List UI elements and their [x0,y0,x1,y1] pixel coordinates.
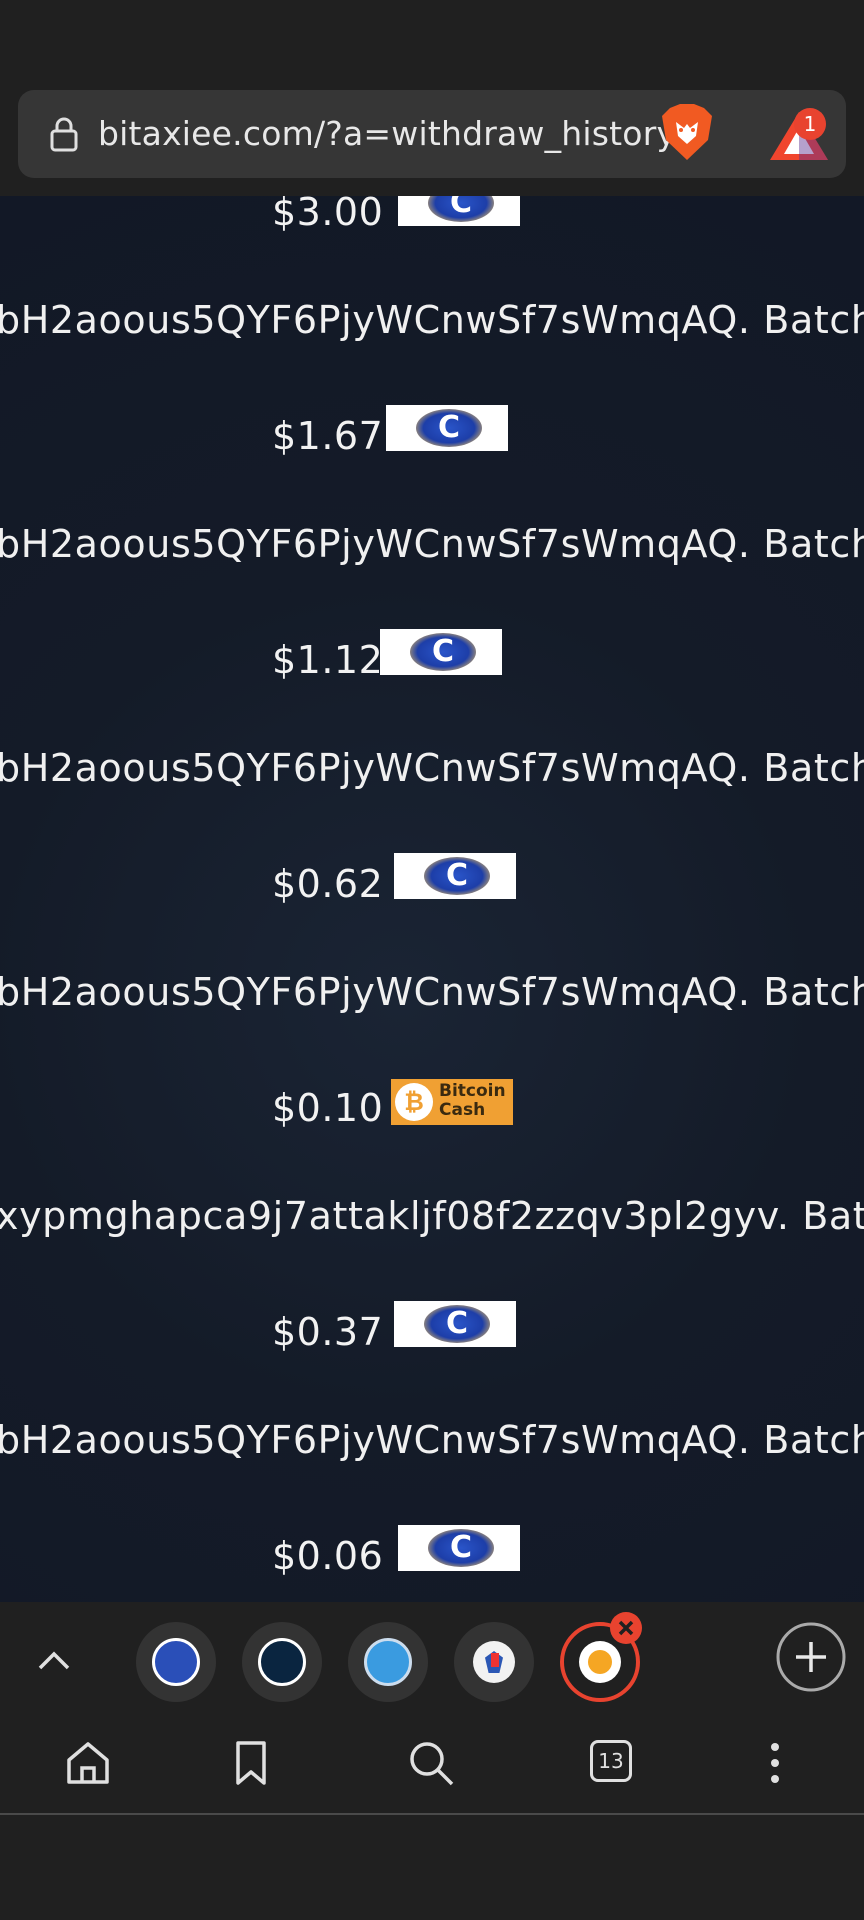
withdrawal-amount: $0.62 [272,862,384,906]
address-bar-container: bitaxiee.com/?a=withdraw_history 1 [0,82,864,196]
withdrawal-amount: $0.10 [272,1086,384,1130]
withdrawal-amount: $0.37 [272,1310,384,1354]
system-nav-bar [0,1815,864,1920]
site-favicon-icon [473,1641,515,1683]
close-tab-button[interactable] [610,1612,642,1644]
chevron-up-icon[interactable] [34,1640,74,1680]
more-menu-icon[interactable] [750,1738,800,1788]
home-icon[interactable] [63,1738,113,1788]
lock-icon[interactable] [44,114,84,154]
withdrawal-amount: $3.00 [272,196,384,234]
search-icon[interactable] [406,1738,456,1788]
withdrawal-address: bH2aoous5QYF6PjyWCnwSf7sWmqAQ. Batch [0,970,864,1014]
c-coin-logo-icon: C [398,1525,520,1571]
withdraw-history-content: $3.00 C bH2aoous5QYF6PjyWCnwSf7sWmqAQ. B… [0,196,864,1602]
tab-thumbnail[interactable] [454,1622,534,1702]
tab-thumbnail[interactable] [136,1622,216,1702]
site-favicon-icon [258,1638,306,1686]
url-text[interactable]: bitaxiee.com/?a=withdraw_history [98,110,676,158]
tab-strip [0,1602,864,1708]
close-icon [618,1620,634,1636]
bitcoin-cash-logo-icon: ₿ Bitcoin Cash [391,1079,513,1125]
bookmark-icon[interactable] [226,1738,276,1788]
bottom-toolbar: 13 [0,1708,864,1814]
withdrawal-amount: $1.12 [272,638,384,682]
new-tab-button[interactable] [776,1622,846,1692]
rewards-badge: 1 [794,108,826,140]
c-coin-logo-icon: C [398,196,520,226]
site-favicon-icon [364,1638,412,1686]
c-coin-logo-icon: C [394,853,516,899]
withdrawal-address: bH2aoous5QYF6PjyWCnwSf7sWmqAQ. Batch [0,522,864,566]
tab-switcher-button[interactable]: 13 [590,1740,632,1782]
withdrawal-amount: $0.06 [272,1534,384,1578]
tab-thumbnail[interactable] [242,1622,322,1702]
withdrawal-address: bH2aoous5QYF6PjyWCnwSf7sWmqAQ. Batch [0,746,864,790]
c-coin-logo-icon: C [386,405,508,451]
brave-shields-icon[interactable] [658,102,716,164]
withdrawal-amount: $1.67 [272,414,384,458]
withdrawal-address: bH2aoous5QYF6PjyWCnwSf7sWmqAQ. Batch [0,298,864,342]
c-coin-logo-icon: C [394,1301,516,1347]
status-bar [0,0,864,82]
site-favicon-icon [152,1638,200,1686]
address-bar[interactable]: bitaxiee.com/?a=withdraw_history [18,90,846,178]
tab-thumbnail[interactable] [348,1622,428,1702]
withdrawal-address: bH2aoous5QYF6PjyWCnwSf7sWmqAQ. Batch [0,1418,864,1462]
site-favicon-icon [579,1641,621,1683]
withdrawal-address: xypmghapca9j7attakljf08f2zzqv3pl2gyv. Ba… [0,1194,864,1238]
c-coin-logo-icon: C [380,629,502,675]
